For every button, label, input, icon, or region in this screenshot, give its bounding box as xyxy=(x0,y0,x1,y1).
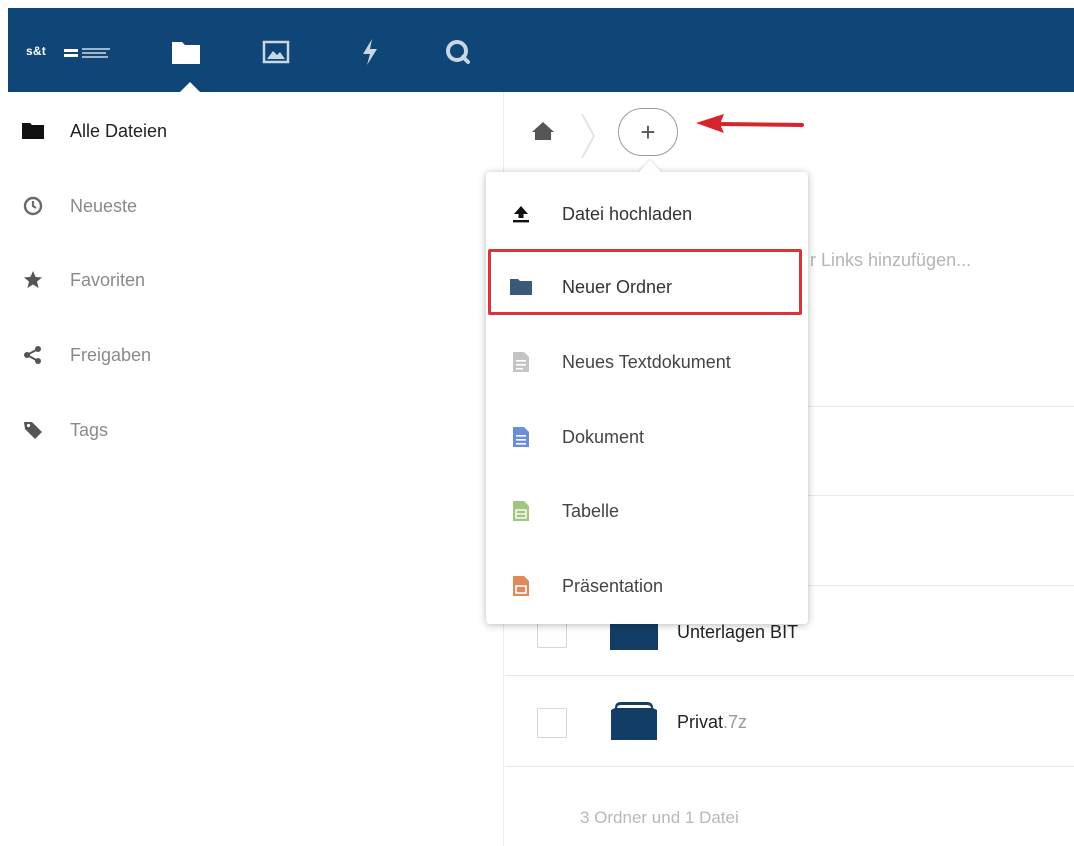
sidebar-item-all-files[interactable]: Alle Dateien xyxy=(8,101,504,161)
menu-item-label: Neuer Ordner xyxy=(562,276,673,297)
row-divider xyxy=(505,766,1074,767)
sidebar-item-label: Freigaben xyxy=(70,344,152,365)
new-file-menu: Datei hochladen Neuer Ordner Neues Textd… xyxy=(486,172,808,624)
document-icon xyxy=(508,424,534,450)
tag-icon xyxy=(22,419,44,441)
sidebar-item-label: Neueste xyxy=(70,195,138,216)
archive-icon xyxy=(609,696,659,747)
new-button[interactable]: + xyxy=(618,108,678,156)
folder-icon xyxy=(508,274,534,300)
file-count-summary: 3 Ordner und 1 Datei xyxy=(580,808,739,827)
file-name[interactable]: Unterlagen BIT xyxy=(677,622,798,643)
text-document-icon xyxy=(508,349,534,375)
menu-item-label: Datei hochladen xyxy=(562,203,693,224)
gallery-icon[interactable] xyxy=(260,36,292,68)
sidebar-item-favorites[interactable]: Favoriten xyxy=(8,250,504,310)
table-row[interactable]: Privat.7z xyxy=(505,680,1074,768)
star-icon xyxy=(22,269,44,291)
sidebar-item-recent[interactable]: Neueste xyxy=(8,176,504,236)
row-checkbox[interactable] xyxy=(537,708,567,738)
menu-item-label: Tabelle xyxy=(562,500,620,521)
presentation-icon xyxy=(508,573,534,599)
top-app-bar: s&t xyxy=(8,8,1074,92)
sidebar-item-tags[interactable]: Tags xyxy=(8,400,504,460)
brand-logo-text: s&t xyxy=(26,44,46,58)
row-divider xyxy=(505,675,1074,676)
active-app-caret xyxy=(180,82,200,92)
plus-icon: + xyxy=(640,116,656,147)
menu-caret xyxy=(638,160,662,173)
menu-item-new-text-document[interactable]: Neues Textdokument xyxy=(486,327,808,397)
menu-item-new-presentation[interactable]: Präsentation xyxy=(486,551,808,621)
home-icon[interactable] xyxy=(530,120,556,147)
sidebar-item-shares[interactable]: Freigaben xyxy=(8,325,504,385)
sidebar-item-label: Tags xyxy=(70,419,109,440)
sidebar-item-label: Favoriten xyxy=(70,269,146,290)
annotation-arrow xyxy=(696,114,804,133)
upload-icon xyxy=(508,201,534,227)
menu-item-new-folder[interactable]: Neuer Ordner xyxy=(486,252,808,322)
background-hint-text: r Links hinzufügen... xyxy=(810,250,972,270)
menu-item-new-document[interactable]: Dokument xyxy=(486,402,808,472)
share-icon xyxy=(22,344,44,366)
menu-item-upload-file[interactable]: Datei hochladen xyxy=(486,179,808,249)
menu-item-new-spreadsheet[interactable]: Tabelle xyxy=(486,476,808,546)
menu-item-label: Dokument xyxy=(562,426,645,447)
search-icon[interactable] xyxy=(442,36,474,68)
sidebar: Alle Dateien Neueste Favoriten Freigaben… xyxy=(8,92,504,846)
files-icon[interactable] xyxy=(170,36,202,68)
spreadsheet-icon xyxy=(508,498,534,524)
activity-icon[interactable] xyxy=(354,36,386,68)
menu-item-label: Präsentation xyxy=(562,575,664,596)
breadcrumb-separator-icon xyxy=(578,112,598,165)
sidebar-item-label: Alle Dateien xyxy=(70,120,168,141)
menu-item-label: Neues Textdokument xyxy=(562,351,731,372)
clock-icon xyxy=(22,195,44,217)
file-name[interactable]: Privat.7z xyxy=(677,712,747,733)
folder-icon xyxy=(22,120,44,142)
brand-logo-mark xyxy=(64,48,110,58)
